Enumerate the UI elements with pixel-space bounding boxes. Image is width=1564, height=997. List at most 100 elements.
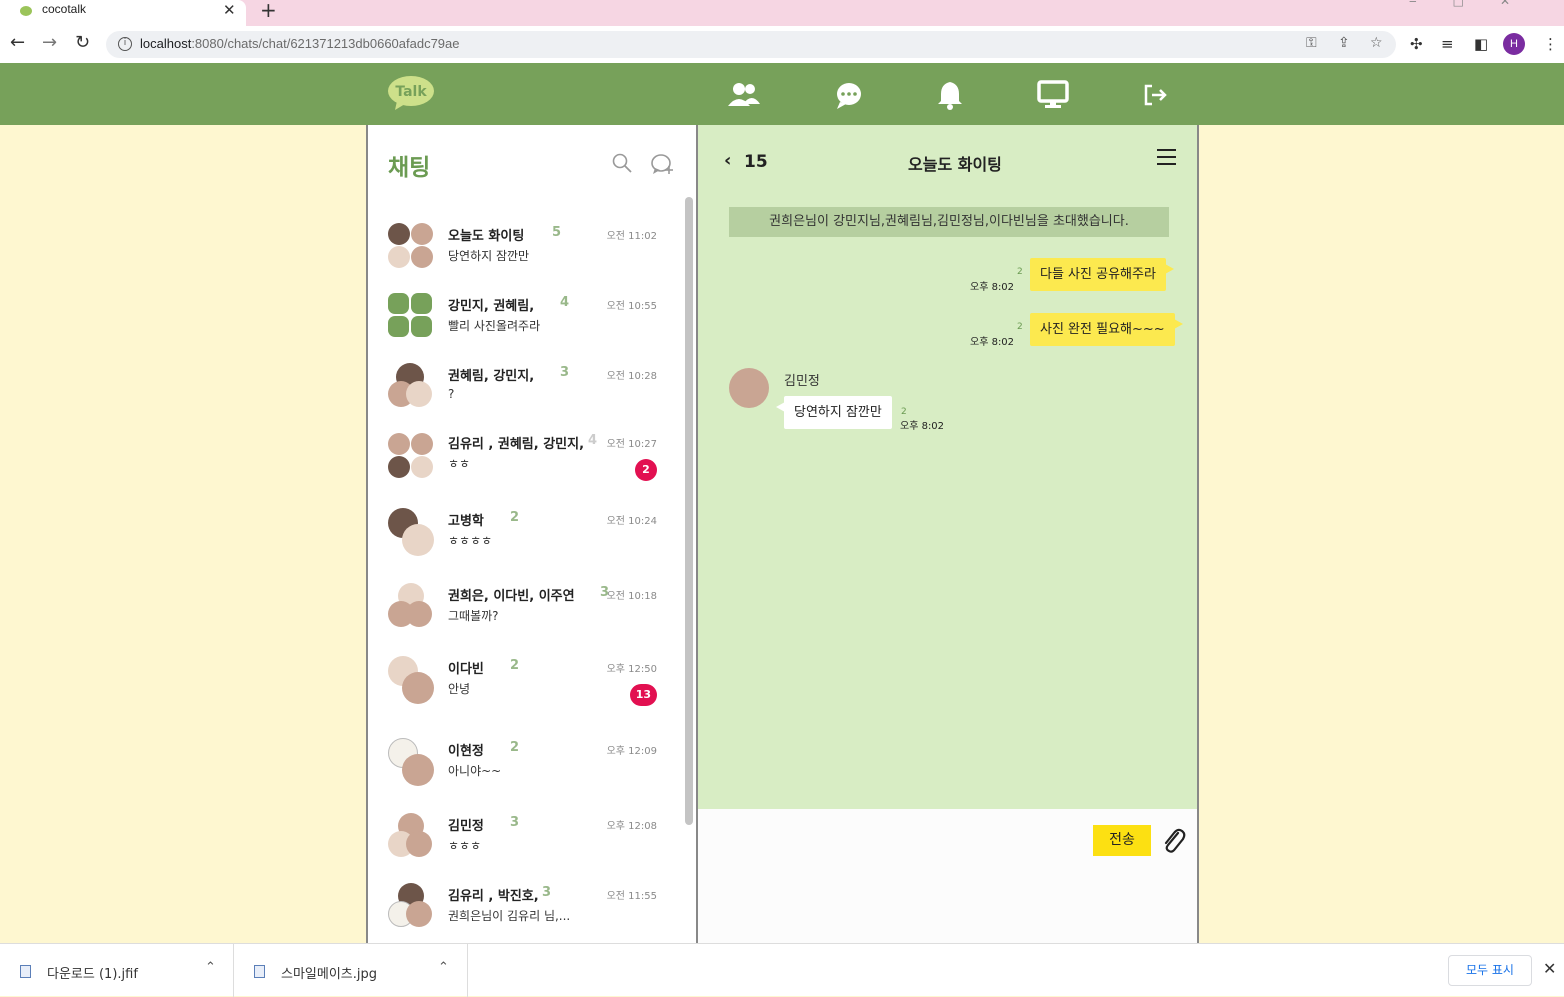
avatar[interactable]: [729, 368, 769, 408]
room-member-count: 4: [560, 295, 570, 310]
message-time: 오후 8:02: [970, 282, 1015, 293]
unread-badge: 13: [629, 684, 657, 706]
room-member-count: 4: [588, 433, 598, 448]
profile-avatar[interactable]: H: [1503, 33, 1525, 55]
room-last-message: 안녕: [448, 682, 471, 696]
chat-room-item[interactable]: 권혜림, 강민지, 3 ? 오전 10:28: [388, 363, 663, 419]
download-item[interactable]: 다운로드 (1).jfif ⌃: [0, 944, 234, 997]
system-notice: 권희은님이 강민지님,권혜림님,김민정님,이다빈님을 초대했습니다.: [729, 207, 1169, 237]
room-avatars: [388, 293, 434, 339]
talk-logo[interactable]: Talk: [387, 75, 435, 111]
incoming-message: 당연하지 잠깐만: [776, 396, 892, 429]
browser-toolbar: ← → ↻ i localhost:8080/chats/chat/621371…: [0, 26, 1564, 63]
room-last-message: 빨리 사진올려주라: [448, 319, 541, 333]
back-arrow-icon[interactable]: ←: [10, 32, 25, 53]
more-menu-icon[interactable]: ⋮: [1543, 35, 1558, 53]
message-composer[interactable]: 전송: [698, 809, 1197, 943]
extensions-icon[interactable]: ✣: [1410, 35, 1423, 53]
key-icon[interactable]: ⚿: [1306, 35, 1317, 51]
chat-room-item[interactable]: 김유리 , 권혜림, 강민지, 4 ㅎㅎ 오전 10:27 2: [388, 431, 663, 487]
new-chat-icon[interactable]: [650, 153, 674, 175]
monitor-icon[interactable]: [1036, 80, 1070, 110]
room-avatars: [388, 813, 434, 859]
friends-icon[interactable]: [727, 80, 761, 110]
room-avatars: [388, 223, 434, 269]
download-file-name: 스마일메이츠.jpg: [281, 967, 378, 982]
message-time: 오후 8:02: [970, 337, 1015, 348]
chat-room-item[interactable]: 오늘도 화이팅 5 당연하지 잠깐만 오전 11:02: [388, 223, 663, 279]
read-count: 2: [1017, 322, 1023, 332]
room-time: 오후 12:50: [606, 664, 657, 675]
new-tab-button[interactable]: +: [260, 0, 277, 22]
chat-list-scrollbar[interactable]: [685, 197, 693, 825]
room-time: 오후 12:09: [606, 746, 657, 757]
chat-icon[interactable]: [832, 80, 866, 110]
media-queue-icon[interactable]: ≡: [1441, 35, 1454, 53]
room-time: 오전 10:28: [606, 371, 657, 382]
room-member-count: 2: [510, 658, 520, 673]
room-time: 오후 12:08: [606, 821, 657, 832]
hamburger-menu-icon[interactable]: [1157, 149, 1176, 165]
chat-room-item[interactable]: 이현정 2 아니야~~ 오후 12:09: [388, 738, 663, 794]
read-count: 2: [901, 407, 907, 417]
send-button[interactable]: 전송: [1093, 825, 1151, 856]
room-name: 권혜림, 강민지,: [448, 369, 535, 384]
room-member-count: 2: [510, 510, 520, 525]
room-last-message: ㅎㅎ: [448, 457, 471, 471]
close-icon[interactable]: ✕: [1543, 959, 1556, 978]
room-last-message: 아니야~~: [448, 764, 502, 778]
room-name: 김유리 , 박진호,: [448, 889, 539, 904]
room-name: 김민정: [448, 819, 484, 834]
chat-room-item[interactable]: 이다빈 2 안녕 오후 12:50 13: [388, 656, 663, 712]
room-name: 오늘도 화이팅: [448, 229, 525, 244]
tab-close-icon[interactable]: ✕: [223, 1, 236, 19]
outgoing-message: 다들 사진 공유해주라: [1030, 258, 1174, 291]
room-name: 이다빈: [448, 662, 484, 677]
chevron-up-icon[interactable]: ⌃: [205, 960, 216, 975]
room-time: 오전 10:55: [606, 301, 657, 312]
room-name: 이현정: [448, 744, 484, 759]
bookmark-star-icon[interactable]: ☆: [1370, 35, 1383, 51]
download-item[interactable]: 스마일메이츠.jpg ⌃: [234, 944, 468, 997]
download-file-name: 다운로드 (1).jfif: [47, 967, 138, 982]
logout-icon[interactable]: [1138, 80, 1172, 110]
member-count: 15: [744, 152, 768, 172]
room-time: 오전 10:24: [606, 516, 657, 527]
room-name: 고병학: [448, 514, 484, 529]
room-last-message: ?: [448, 387, 455, 401]
forward-arrow-icon[interactable]: →: [42, 32, 57, 53]
svg-text:Talk: Talk: [395, 84, 427, 100]
room-name: 강민지, 권혜림,: [448, 299, 535, 314]
reload-icon[interactable]: ↻: [75, 32, 90, 53]
chat-room-item[interactable]: 권희은, 이다빈, 이주연 3 그때볼까? 오전 10:18: [388, 583, 663, 639]
chat-room-item[interactable]: 김유리 , 박진호, 3 권희은님이 김유리 님,... 오전 11:55: [388, 883, 663, 939]
search-icon[interactable]: [612, 153, 632, 173]
paperclip-icon[interactable]: [1160, 825, 1186, 855]
room-last-message: 권희은님이 김유리 님,...: [448, 909, 571, 923]
site-info-icon[interactable]: i: [118, 37, 132, 51]
message-time: 오후 8:02: [900, 421, 945, 432]
bell-icon[interactable]: [933, 80, 967, 110]
chat-room-item[interactable]: 김민정 3 ㅎㅎㅎ 오후 12:08: [388, 813, 663, 869]
browser-tab[interactable]: cocotalk ✕: [0, 0, 246, 26]
side-panel-icon[interactable]: ◧: [1474, 35, 1488, 53]
chevron-up-icon[interactable]: ⌃: [438, 960, 449, 975]
chat-room-item[interactable]: 고병학 2 ㅎㅎㅎㅎ 오전 10:24: [388, 508, 663, 564]
chat-title: 오늘도 화이팅: [908, 155, 1002, 174]
room-avatars: [388, 883, 434, 929]
chat-room-item[interactable]: 강민지, 권혜림, 4 빨리 사진올려주라 오전 10:55: [388, 293, 663, 349]
room-avatars: [388, 508, 434, 556]
favicon-icon: [20, 6, 32, 16]
url-text[interactable]: localhost:8080/chats/chat/621371213db066…: [140, 36, 460, 51]
room-avatars: [388, 431, 434, 478]
unread-badge: 2: [635, 459, 657, 481]
room-time: 오전 10:27: [606, 439, 657, 450]
address-bar[interactable]: i localhost:8080/chats/chat/621371213db0…: [106, 31, 1396, 58]
room-avatars: [388, 583, 434, 629]
room-time: 오전 10:18: [606, 591, 657, 602]
show-all-downloads-button[interactable]: 모두 표시: [1448, 955, 1532, 986]
window-controls[interactable]: ‒□✕: [1409, 0, 1546, 8]
share-icon[interactable]: ⇪: [1338, 35, 1350, 51]
room-member-count: 3: [542, 885, 552, 900]
back-chevron-icon[interactable]: ‹: [724, 150, 731, 171]
